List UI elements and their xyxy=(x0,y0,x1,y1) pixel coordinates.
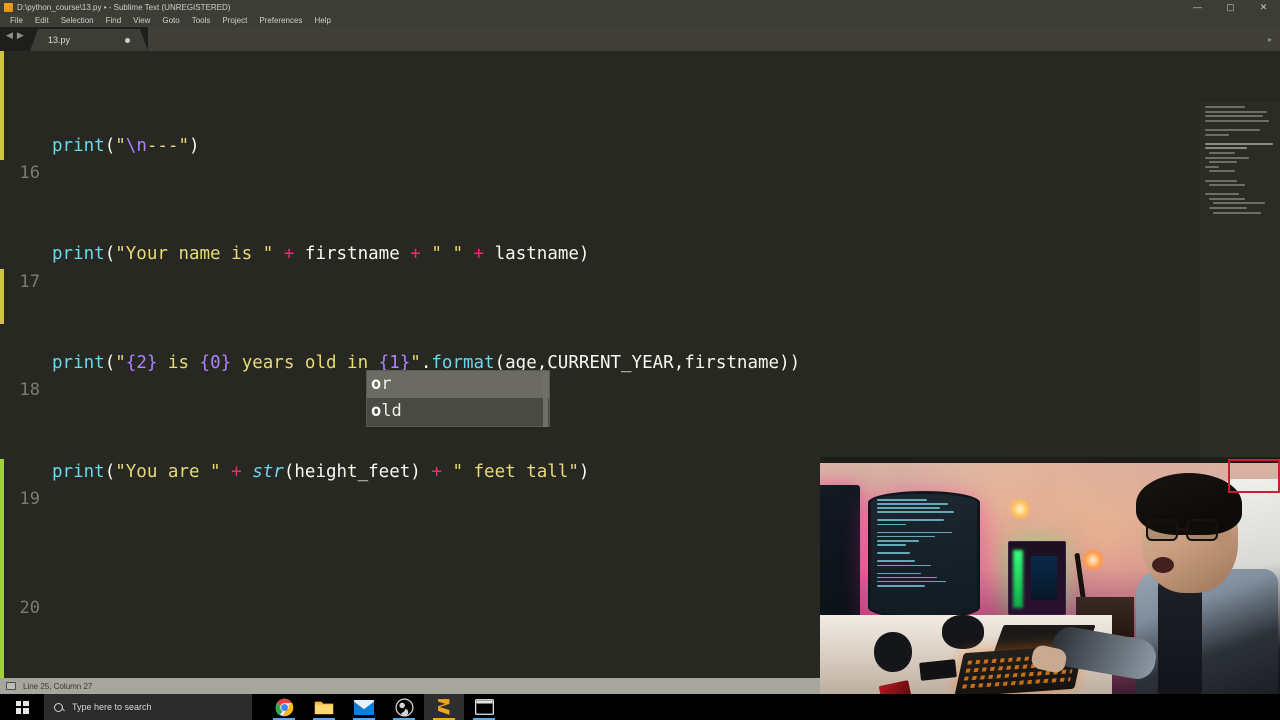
tab-navigation: ◀ ▶ xyxy=(6,31,24,40)
maximize-button[interactable]: ▢ xyxy=(1214,0,1247,14)
minimap-line xyxy=(1205,119,1269,122)
line-number: 17 xyxy=(19,271,40,292)
minimap-line xyxy=(1213,211,1261,214)
taskbar-sublime-text-icon[interactable] xyxy=(424,694,464,720)
menu-file[interactable]: File xyxy=(4,14,29,27)
monitor-code-content xyxy=(877,499,973,589)
title-bar: D:\python_course\13.py • - Sublime Text … xyxy=(0,0,1280,14)
primary-monitor xyxy=(868,491,980,619)
taskbar-mail-icon[interactable] xyxy=(344,694,384,720)
windows-taskbar: Type here to search xyxy=(0,694,1280,720)
minimap-line xyxy=(1205,142,1273,145)
taskbar-chrome-icon[interactable] xyxy=(264,694,304,720)
autocomplete-item-or[interactable]: or xyxy=(367,371,549,398)
minimap-line xyxy=(1205,110,1267,113)
tab-next-arrow-icon[interactable]: ▶ xyxy=(17,31,24,40)
taskbar-file-explorer-icon[interactable] xyxy=(304,694,344,720)
line-text: print("Your name is " + firstname + " " … xyxy=(52,244,590,265)
tab-label: 13.py xyxy=(48,35,71,45)
taskbar-app-list xyxy=(264,694,504,720)
autocomplete-rest-text: ld xyxy=(381,401,402,421)
tab-prev-arrow-icon[interactable]: ◀ xyxy=(6,31,13,40)
encoding-icon[interactable] xyxy=(6,682,16,690)
minimap-line xyxy=(1205,156,1249,159)
menu-edit[interactable]: Edit xyxy=(29,14,55,27)
code-line[interactable]: 17 print("Your name is " + firstname + "… xyxy=(0,241,1280,291)
tab-bar-empty-area xyxy=(148,27,1280,51)
minimap-line xyxy=(1209,184,1245,187)
menu-help[interactable]: Help xyxy=(308,14,336,27)
search-placeholder: Type here to search xyxy=(72,702,152,712)
tab-13py[interactable]: 13.py xyxy=(30,29,148,51)
menu-bar: File Edit Selection Find View Goto Tools… xyxy=(0,14,1280,27)
sublime-text-icon xyxy=(4,2,13,12)
gaming-pc-tower xyxy=(1008,541,1066,615)
speaker-right xyxy=(942,615,984,649)
taskbar-terminal-icon[interactable] xyxy=(464,694,504,720)
sublime-text-window: D:\python_course\13.py • - Sublime Text … xyxy=(0,0,1280,720)
search-icon xyxy=(54,702,63,712)
speaker-left xyxy=(874,632,912,672)
minimap-line xyxy=(1205,115,1263,118)
minimap-line xyxy=(1205,128,1260,131)
minimap-line xyxy=(1205,147,1247,150)
minimap-line xyxy=(1209,207,1247,210)
menu-preferences[interactable]: Preferences xyxy=(253,14,308,27)
autocomplete-match-text: o xyxy=(371,401,382,421)
menu-selection[interactable]: Selection xyxy=(55,14,100,27)
line-text: print("\n---") xyxy=(52,135,200,156)
autocomplete-popup[interactable]: or old xyxy=(366,370,550,427)
tab-unsaved-dot-icon[interactable] xyxy=(125,38,130,43)
autocomplete-rest-text: r xyxy=(381,374,392,394)
minimap-line xyxy=(1209,170,1235,173)
line-number: 19 xyxy=(19,489,40,510)
line-number: 16 xyxy=(19,162,40,183)
tab-overflow-arrow-icon[interactable]: ▸ xyxy=(1268,35,1272,44)
code-line[interactable]: 18 print("{2} is {0} years old in {1}".f… xyxy=(0,350,1280,400)
taskbar-search-box[interactable]: Type here to search xyxy=(44,694,252,720)
window-title: D:\python_course\13.py • - Sublime Text … xyxy=(17,2,231,12)
autocomplete-scrollbar[interactable] xyxy=(543,372,548,427)
autocomplete-match-text: o xyxy=(371,374,382,394)
accent-light xyxy=(1082,549,1104,571)
minimap-line xyxy=(1209,161,1237,164)
menu-tools[interactable]: Tools xyxy=(186,14,217,27)
red-highlight-box xyxy=(1228,459,1280,493)
start-button[interactable] xyxy=(0,694,44,720)
minimap-line xyxy=(1209,197,1245,200)
menu-find[interactable]: Find xyxy=(100,14,128,27)
minimap-line xyxy=(1205,133,1229,136)
line-text: print("You are " + str(height_feet) + " … xyxy=(52,462,590,482)
minimap-line xyxy=(1213,202,1265,205)
person-mouth xyxy=(1152,557,1174,573)
minimap-line xyxy=(1209,151,1235,154)
cursor-position-label: Line 25, Column 27 xyxy=(23,681,93,691)
autocomplete-item-old[interactable]: old xyxy=(367,398,549,425)
windows-start-icon xyxy=(15,700,29,714)
menu-project[interactable]: Project xyxy=(216,14,253,27)
tab-bar: ◀ ▶ 13.py ▸ xyxy=(0,27,1280,51)
minimap-line xyxy=(1205,193,1239,196)
taskbar-obs-studio-icon[interactable] xyxy=(384,694,424,720)
code-line[interactable]: 16 print("\n---") xyxy=(0,133,1280,183)
desk-lamp-light xyxy=(1010,499,1030,519)
eyeglasses xyxy=(1146,519,1226,541)
line-number: 18 xyxy=(19,380,40,401)
window-controls: — ▢ ✕ xyxy=(1181,0,1280,14)
minimap-line xyxy=(1205,165,1219,168)
minimap-line xyxy=(1205,179,1237,182)
close-button[interactable]: ✕ xyxy=(1247,0,1280,14)
phone-on-desk xyxy=(919,659,957,681)
menu-goto[interactable]: Goto xyxy=(156,14,185,27)
webcam-overlay xyxy=(820,457,1280,700)
minimap-line xyxy=(1205,106,1245,108)
overlay-top-edge xyxy=(820,457,1280,463)
line-number: 20 xyxy=(19,598,40,618)
minimize-button[interactable]: — xyxy=(1181,0,1214,14)
menu-view[interactable]: View xyxy=(127,14,156,27)
